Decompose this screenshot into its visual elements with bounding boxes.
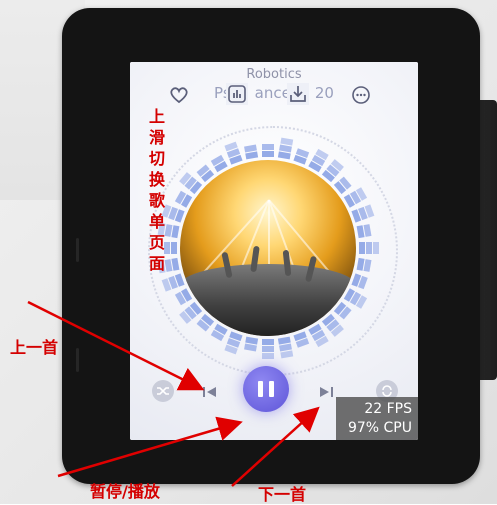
annotation-arrows [27, 300, 320, 487]
play-pause-arrow [57, 416, 243, 478]
previous-arrow [27, 300, 205, 391]
next-arrow [231, 406, 320, 487]
